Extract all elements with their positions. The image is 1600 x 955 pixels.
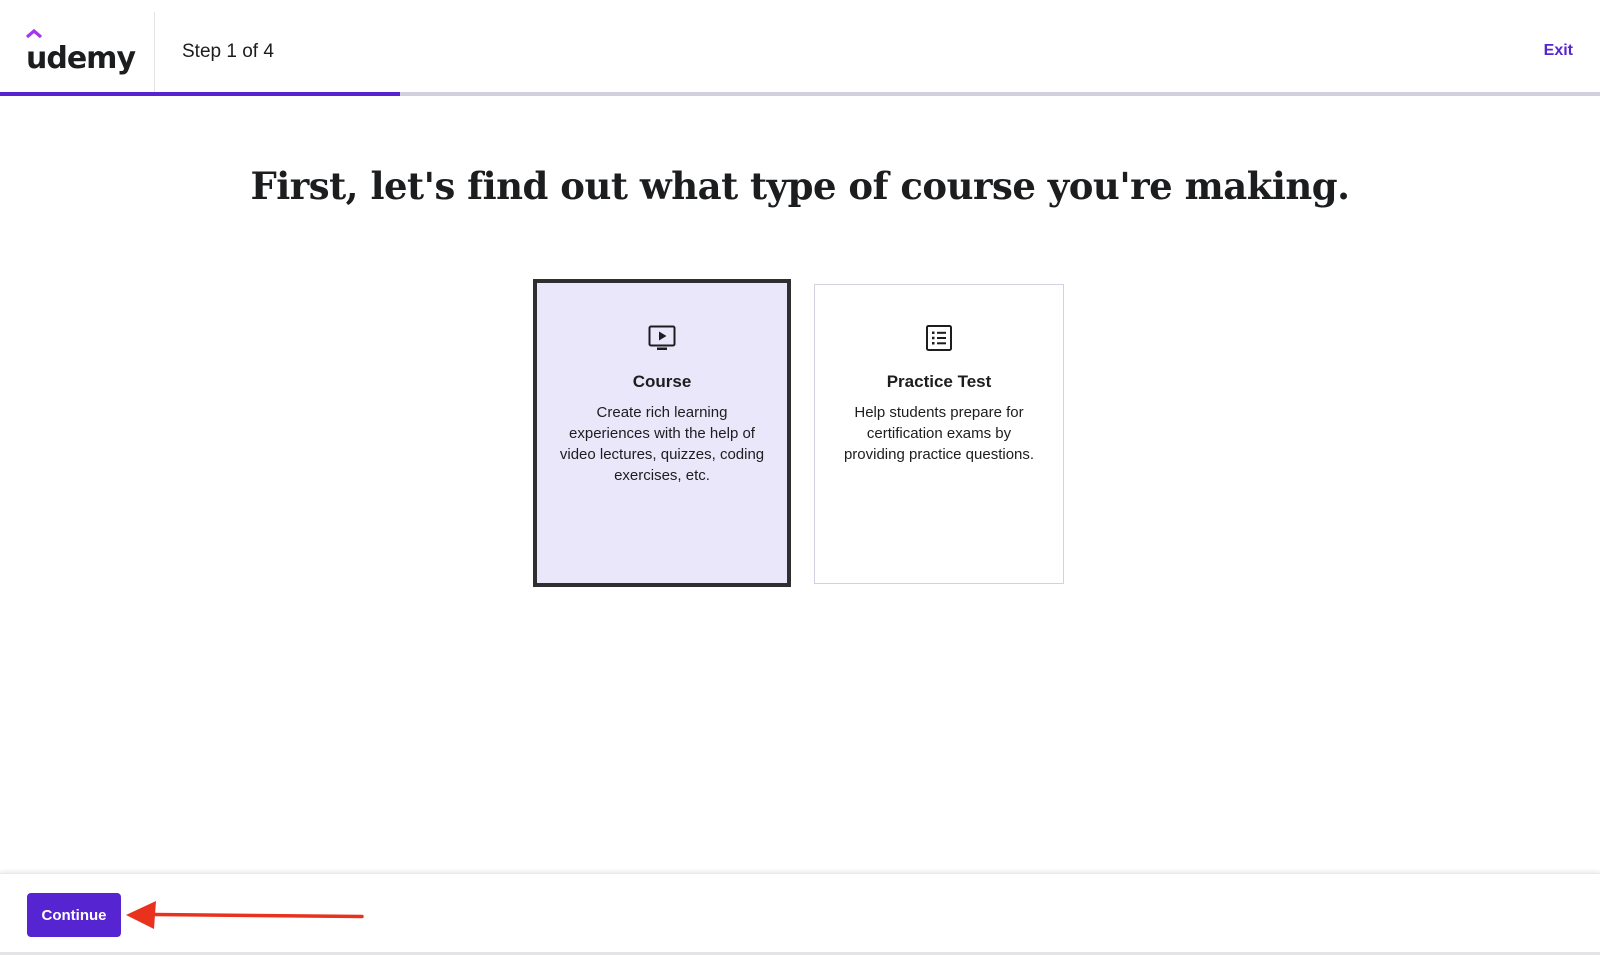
exit-link[interactable]: Exit [1544, 42, 1573, 60]
udemy-logo[interactable]: udemy [26, 28, 136, 76]
header-divider [154, 12, 155, 92]
continue-button[interactable]: Continue [27, 893, 121, 937]
video-play-icon [648, 325, 676, 350]
course-type-page: udemy Step 1 of 4 Exit First, let's find… [0, 0, 1600, 955]
logo-wordmark: udemy [26, 41, 136, 76]
option-description: Create rich learning experiences with th… [559, 404, 765, 484]
page-heading: First, let's find out what type of cours… [250, 164, 1350, 208]
course-type-option-course[interactable]: Course Create rich learning experiences … [533, 279, 791, 587]
red-arrow-annotation-icon [126, 901, 364, 929]
step-indicator: Step 1 of 4 [182, 41, 274, 62]
option-description: Help students prepare for certification … [843, 404, 1035, 463]
option-title: Practice Test [886, 372, 992, 391]
course-type-option-practice-test[interactable]: Practice Test Help students prepare for … [814, 284, 1064, 584]
option-title: Course [632, 372, 692, 391]
logo-graduation-cap-icon [26, 28, 42, 38]
progress-bar-fill [0, 92, 400, 96]
progress-bar [0, 92, 1600, 96]
list-document-icon [926, 325, 952, 351]
top-header: udemy Step 1 of 4 Exit [0, 0, 1600, 92]
